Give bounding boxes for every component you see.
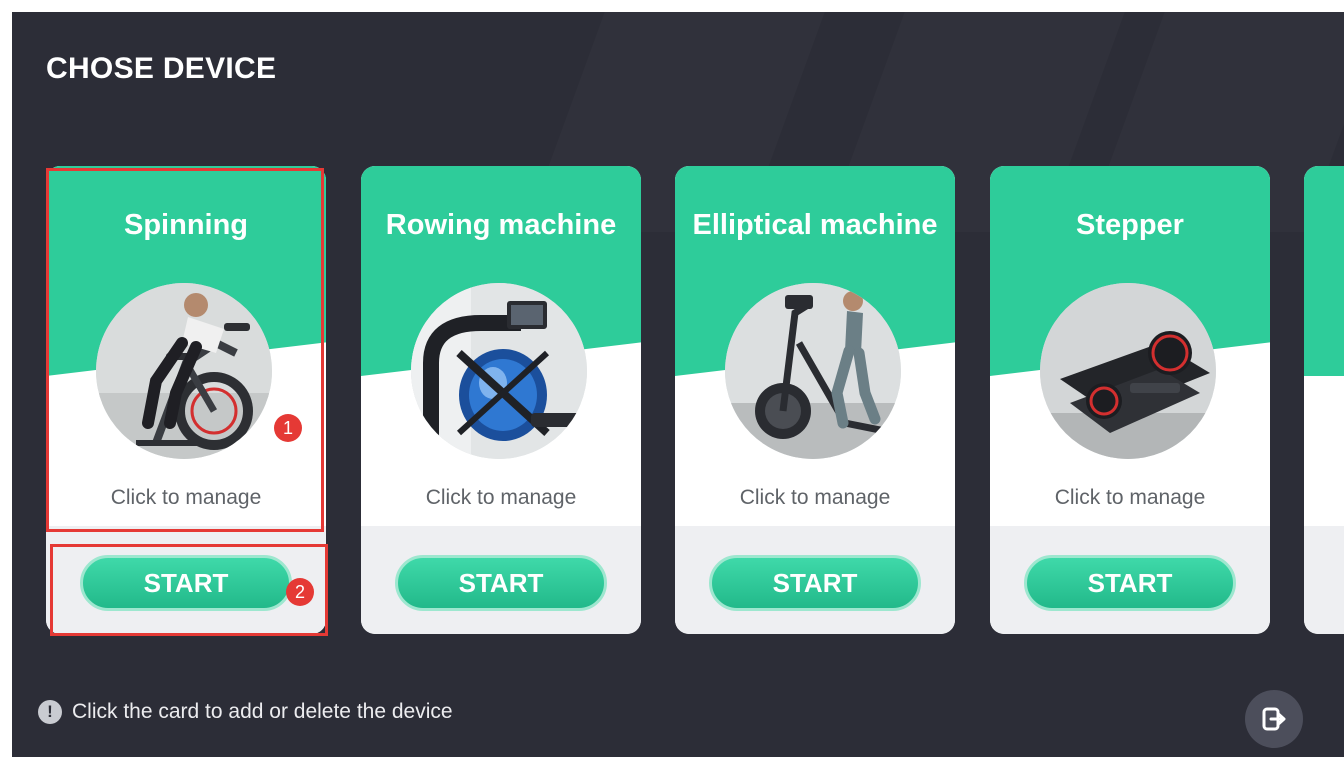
start-button-elliptical-machine[interactable]: START <box>709 555 921 611</box>
start-button-stepper[interactable]: START <box>1024 555 1236 611</box>
info-icon: ! <box>38 700 62 724</box>
device-image <box>96 283 272 459</box>
device-card-next-partial[interactable] <box>1304 166 1344 634</box>
card-header-band <box>1304 166 1344 376</box>
device-chooser-screen: CHOSE DEVICE Spinning Click to manage ST… <box>12 12 1344 757</box>
device-image <box>411 283 587 459</box>
device-name: Rowing machine <box>385 209 617 241</box>
device-card-rowing-machine[interactable]: Rowing machine Click to manage START <box>361 166 641 634</box>
device-card-spinning[interactable]: Spinning Click to manage START <box>46 166 326 634</box>
page-title: CHOSE DEVICE <box>46 52 277 85</box>
click-to-manage-label: Click to manage <box>1054 486 1206 509</box>
device-name: Elliptical machine <box>692 209 938 241</box>
start-button-spinning[interactable]: START <box>80 555 292 611</box>
exit-icon <box>1262 707 1286 731</box>
click-to-manage-label: Click to manage <box>425 486 577 509</box>
start-button-rowing-machine[interactable]: START <box>395 555 607 611</box>
card-footer <box>1304 526 1344 634</box>
device-name: Spinning <box>123 209 249 241</box>
exit-button[interactable] <box>1245 690 1303 748</box>
device-card-elliptical-machine[interactable]: Elliptical machine Click to manage START <box>675 166 955 634</box>
click-to-manage-label: Click to manage <box>110 486 262 509</box>
hint-bar: ! Click the card to add or delete the de… <box>38 700 453 724</box>
device-image <box>725 283 901 459</box>
device-name: Stepper <box>1076 209 1184 241</box>
annotation-badge-2: 2 <box>286 578 314 606</box>
device-card-stepper[interactable]: Stepper Click to manage START <box>990 166 1270 634</box>
device-image <box>1040 283 1216 459</box>
annotation-badge-1: 1 <box>274 414 302 442</box>
click-to-manage-label: Click to manage <box>739 486 891 509</box>
hint-text: Click the card to add or delete the devi… <box>72 700 453 723</box>
